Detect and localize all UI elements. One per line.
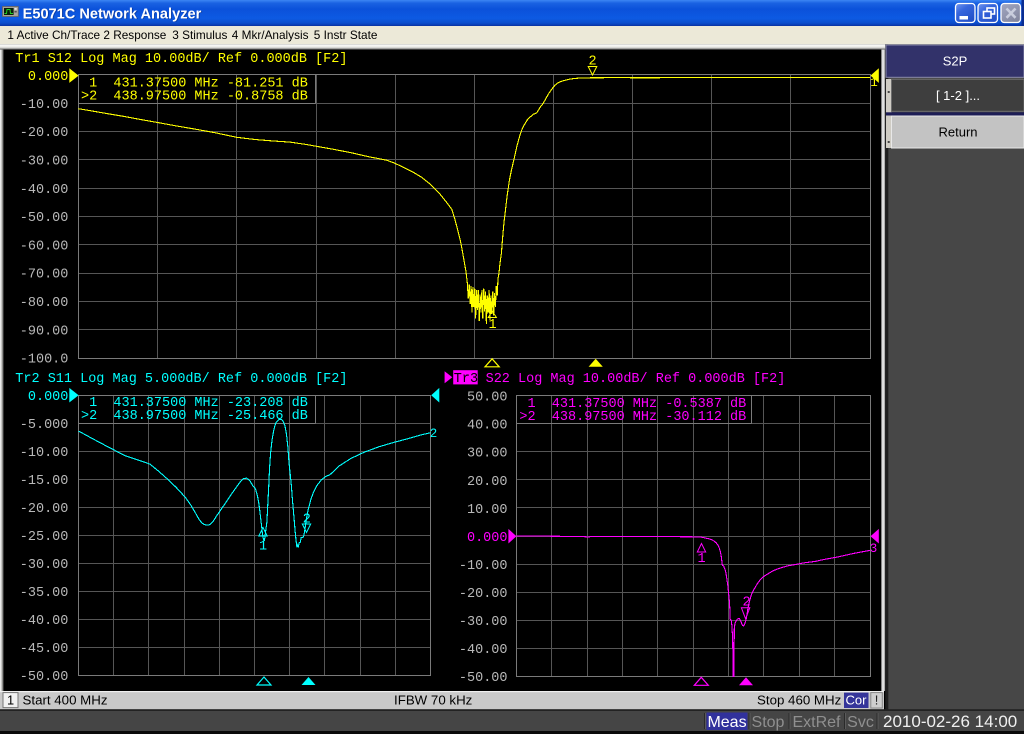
svg-text:!: ! xyxy=(875,693,879,708)
svg-text:1: 1 xyxy=(7,693,14,708)
svg-text:0.000: 0.000 xyxy=(28,390,69,405)
svg-text:1: 1 xyxy=(697,552,705,567)
svg-text:-50.00: -50.00 xyxy=(20,211,69,226)
svg-text:2 Response: 2 Response xyxy=(103,28,166,42)
svg-text:30.00: 30.00 xyxy=(467,447,508,462)
svg-text:Stop: Stop xyxy=(752,714,785,731)
svg-text:Stop 460 MHz: Stop 460 MHz xyxy=(757,693,841,708)
svg-text:-10.00: -10.00 xyxy=(20,446,69,461)
svg-text:ExtRef: ExtRef xyxy=(792,714,841,731)
svg-text:-20.00: -20.00 xyxy=(20,502,69,517)
svg-text:5 Instr State: 5 Instr State xyxy=(314,28,378,42)
svg-text:-15.00: -15.00 xyxy=(20,474,69,489)
svg-text:Tr2 S11 Log Mag 5.000dB/ Ref 0: Tr2 S11 Log Mag 5.000dB/ Ref 0.000dB [F2… xyxy=(15,372,347,387)
svg-text:50.00: 50.00 xyxy=(467,391,508,406)
svg-text:-30.00: -30.00 xyxy=(20,155,69,170)
svg-text:>2 438.97500 MHz -30.112 dB: >2 438.97500 MHz -30.112 dB xyxy=(519,410,746,425)
svg-text:2010-02-26 14:00: 2010-02-26 14:00 xyxy=(883,712,1017,731)
svg-text:0.000: 0.000 xyxy=(467,531,508,546)
svg-text:1: 1 xyxy=(870,76,878,90)
svg-text:2: 2 xyxy=(430,427,438,441)
svg-text:-35.00: -35.00 xyxy=(20,586,69,601)
svg-text:IFBW 70 kHz: IFBW 70 kHz xyxy=(394,693,472,708)
svg-text:-70.00: -70.00 xyxy=(20,268,69,283)
svg-text:-40.00: -40.00 xyxy=(20,183,69,198)
svg-text:-30.00: -30.00 xyxy=(459,615,508,630)
svg-text:0.000: 0.000 xyxy=(28,70,69,85)
svg-text:Start 400 MHz: Start 400 MHz xyxy=(23,693,108,708)
svg-text:-50.00: -50.00 xyxy=(20,670,69,685)
svg-text:Return: Return xyxy=(938,125,977,140)
svg-text:Cor: Cor xyxy=(846,693,868,708)
svg-text:S22 Log Mag 10.00dB/ Ref 0.000: S22 Log Mag 10.00dB/ Ref 0.000dB [F2] xyxy=(486,372,786,387)
svg-text:-20.00: -20.00 xyxy=(20,126,69,141)
svg-text:1: 1 xyxy=(259,540,267,555)
svg-text:>2 438.97500 MHz -25.466 dB: >2 438.97500 MHz -25.466 dB xyxy=(81,409,308,424)
svg-text:[ 1-2 ]...: [ 1-2 ]... xyxy=(936,88,980,103)
svg-text:-30.00: -30.00 xyxy=(20,558,69,573)
svg-text:-50.00: -50.00 xyxy=(459,671,508,686)
svg-text:-45.00: -45.00 xyxy=(20,642,69,657)
svg-text:3: 3 xyxy=(870,542,878,556)
svg-text:Meas: Meas xyxy=(707,714,746,731)
svg-text:Tr3: Tr3 xyxy=(454,372,478,387)
svg-text:-90.00: -90.00 xyxy=(20,324,69,339)
svg-text:Svc: Svc xyxy=(847,714,874,731)
svg-text:40.00: 40.00 xyxy=(467,419,508,434)
svg-text:-25.00: -25.00 xyxy=(20,530,69,545)
svg-text:-40.00: -40.00 xyxy=(20,614,69,629)
svg-text:4 Mkr/Analysis: 4 Mkr/Analysis xyxy=(232,28,309,42)
svg-text:-80.00: -80.00 xyxy=(20,296,69,311)
svg-text:-10.00: -10.00 xyxy=(459,559,508,574)
svg-text:E5071C Network Analyzer: E5071C Network Analyzer xyxy=(23,6,202,22)
svg-text:3 Stimulus: 3 Stimulus xyxy=(172,28,227,42)
svg-text:10.00: 10.00 xyxy=(467,503,508,518)
svg-text:-5.000: -5.000 xyxy=(20,418,69,433)
svg-text:20.00: 20.00 xyxy=(467,475,508,490)
svg-text:-10.00: -10.00 xyxy=(20,98,69,113)
svg-text:-40.00: -40.00 xyxy=(459,643,508,658)
svg-text:1 Active Ch/Trace: 1 Active Ch/Trace xyxy=(7,28,100,42)
svg-text:S2P: S2P xyxy=(943,54,968,69)
svg-text:1: 1 xyxy=(488,318,496,333)
svg-text:2: 2 xyxy=(588,55,596,70)
svg-text:Tr1 S12 Log Mag 10.00dB/ Ref 0: Tr1 S12 Log Mag 10.00dB/ Ref 0.000dB [F2… xyxy=(15,52,347,67)
svg-text:>2 438.97500 MHz -0.8758 dB: >2 438.97500 MHz -0.8758 dB xyxy=(81,90,308,105)
svg-text:-20.00: -20.00 xyxy=(459,587,508,602)
svg-text:-60.00: -60.00 xyxy=(20,239,69,254)
svg-text:-100.0: -100.0 xyxy=(20,353,69,368)
